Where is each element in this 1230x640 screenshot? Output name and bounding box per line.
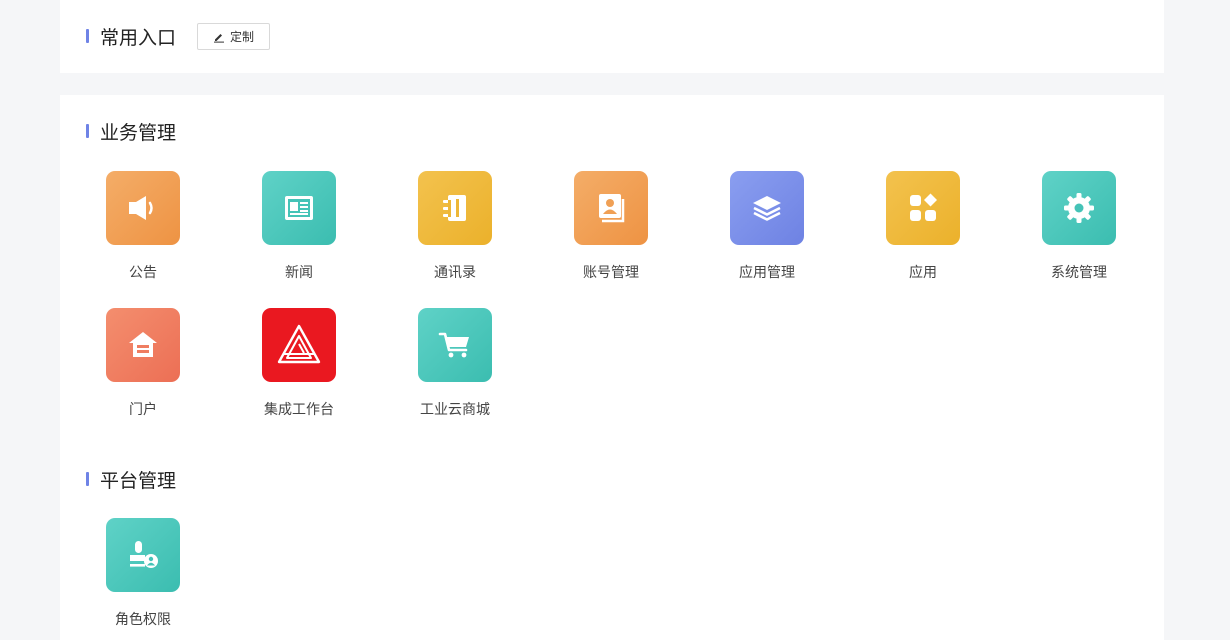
management-panel: 业务管理 公告 新闻 通讯录 账号管理 应用管理 应用 系统管理 门户 集成工作… bbox=[60, 95, 1164, 640]
title-accent-bar bbox=[86, 472, 89, 486]
title-accent-bar bbox=[86, 124, 89, 138]
app-tile-label: 门户 bbox=[129, 402, 157, 418]
edit-icon bbox=[213, 33, 224, 43]
app-tile-role-permissions[interactable]: 角色权限 bbox=[83, 518, 203, 638]
common-entrances-panel: 常用入口 定制 bbox=[60, 0, 1164, 73]
triangle-logo-icon bbox=[277, 324, 321, 364]
app-tile-label: 集成工作台 bbox=[264, 402, 334, 418]
app-tile-label: 通讯录 bbox=[434, 265, 476, 281]
home-icon bbox=[129, 332, 157, 357]
app-tile-label: 系统管理 bbox=[1051, 265, 1107, 281]
customize-button[interactable]: 定制 bbox=[197, 23, 270, 50]
title-accent-bar bbox=[86, 29, 89, 43]
shopping-cart-icon bbox=[438, 332, 469, 358]
app-tile-label: 应用 bbox=[909, 265, 937, 281]
app-tile-application-management[interactable]: 应用管理 bbox=[707, 171, 827, 291]
app-tile-portal[interactable]: 门户 bbox=[83, 308, 203, 428]
platform-management-title: 平台管理 bbox=[86, 465, 176, 493]
app-tile-label: 工业云商城 bbox=[420, 402, 490, 418]
app-tile-label: 新闻 bbox=[285, 265, 313, 281]
app-tile-label: 应用管理 bbox=[739, 265, 795, 281]
app-tile-news[interactable]: 新闻 bbox=[239, 171, 359, 291]
apps-grid-icon bbox=[910, 193, 937, 221]
app-tile-system-management[interactable]: 系统管理 bbox=[1019, 171, 1139, 291]
app-tile-label: 账号管理 bbox=[583, 265, 639, 281]
app-tile-address-book[interactable]: 通讯录 bbox=[395, 171, 515, 291]
app-tile-applications[interactable]: 应用 bbox=[863, 171, 983, 291]
app-tile-label: 公告 bbox=[129, 265, 157, 281]
layers-icon bbox=[753, 196, 781, 221]
app-tile-announcement[interactable]: 公告 bbox=[83, 171, 203, 291]
newspaper-icon bbox=[285, 196, 313, 220]
business-management-title: 业务管理 bbox=[86, 117, 176, 145]
app-tile-account-management[interactable]: 账号管理 bbox=[551, 171, 671, 291]
address-book-icon bbox=[443, 195, 466, 221]
account-card-icon bbox=[599, 194, 625, 223]
megaphone-icon bbox=[129, 196, 153, 220]
app-tile-industrial-cloud-mall[interactable]: 工业云商城 bbox=[395, 308, 515, 428]
role-stamp-icon bbox=[130, 541, 158, 568]
app-tile-label: 角色权限 bbox=[115, 612, 171, 628]
gear-icon bbox=[1064, 193, 1094, 223]
app-tile-integration-workbench[interactable]: 集成工作台 bbox=[239, 308, 359, 428]
common-entrances-title: 常用入口 bbox=[86, 22, 176, 50]
